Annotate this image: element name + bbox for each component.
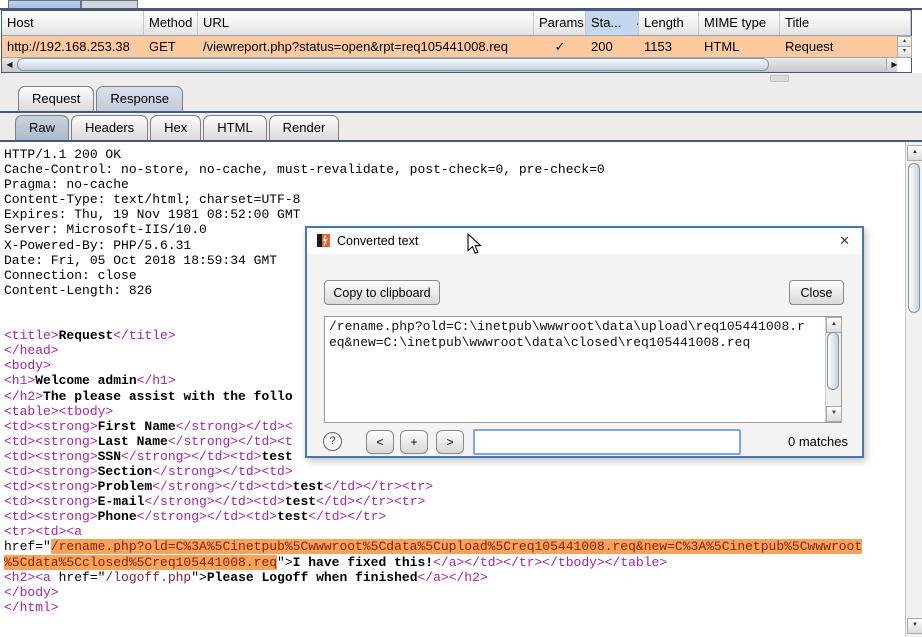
scroll-down-icon[interactable]: ▼ bbox=[826, 406, 842, 422]
tab-request[interactable]: Request bbox=[18, 86, 94, 111]
row-cell-method[interactable]: GET bbox=[144, 36, 198, 57]
textarea-scrollbar-thumb[interactable] bbox=[827, 332, 839, 390]
help-icon[interactable]: ? bbox=[323, 432, 342, 451]
subtab-hex[interactable]: Hex bbox=[150, 115, 201, 140]
column-header-sta[interactable]: Sta...▲ bbox=[586, 11, 639, 35]
column-header-params[interactable]: Params bbox=[534, 11, 586, 35]
dialog-titlebar[interactable]: Converted text ✕ bbox=[307, 228, 862, 254]
close-button[interactable]: Close bbox=[789, 280, 844, 305]
table-vertical-scrollbar[interactable]: ▲ ▼ bbox=[897, 36, 911, 57]
scroll-left-icon[interactable]: ◀ bbox=[2, 58, 17, 71]
column-header-host[interactable]: Host bbox=[2, 11, 144, 35]
scroll-up-icon[interactable]: ▲ bbox=[907, 145, 922, 161]
format-tabs: RawHeadersHexHTMLRender bbox=[0, 116, 922, 140]
splitter-grip[interactable] bbox=[770, 75, 789, 82]
row-cell-url[interactable]: /viewreport.php?status=open&rpt=req10544… bbox=[198, 36, 534, 57]
code-line: Content-Type: text/html; charset=UTF-8 bbox=[4, 192, 905, 207]
table-horizontal-scrollbar[interactable]: ◀ ▶ bbox=[2, 57, 911, 72]
match-count-label: 0 matches bbox=[788, 434, 848, 449]
column-header-title[interactable]: Title bbox=[780, 11, 911, 35]
code-line: Pragma: no-cache bbox=[4, 177, 905, 192]
burp-app-icon bbox=[317, 234, 330, 247]
column-header-mime-type[interactable]: MIME type bbox=[699, 11, 780, 35]
search-input[interactable] bbox=[473, 429, 741, 455]
message-tabs: RequestResponse bbox=[0, 86, 922, 111]
code-line: <td><strong>E-mail</strong></td><td>test… bbox=[4, 494, 905, 509]
code-line: href="/rename.php?old=C%3A%5Cinetpub%5Cw… bbox=[4, 539, 905, 554]
mouse-cursor bbox=[467, 233, 482, 255]
row-cell-sta[interactable]: 200 bbox=[586, 36, 639, 57]
http-history-table: HostMethodURLParamsSta...▲LengthMIME typ… bbox=[1, 10, 912, 73]
subtab-html[interactable]: HTML bbox=[203, 115, 266, 140]
converted-text-value: /rename.php?old=C:\inetpub\wwwroot\data\… bbox=[329, 319, 821, 350]
scroll-down-icon[interactable]: ▼ bbox=[907, 618, 922, 634]
row-cell-mime-type[interactable]: HTML bbox=[699, 36, 780, 57]
find-next-button[interactable]: > bbox=[436, 430, 464, 454]
editor-vertical-scrollbar[interactable]: ▲ ▼ bbox=[905, 142, 922, 637]
row-cell-title[interactable]: Request bbox=[780, 36, 897, 57]
history-table-header: HostMethodURLParamsSta...▲LengthMIME typ… bbox=[2, 11, 911, 36]
dialog-title: Converted text bbox=[337, 228, 418, 254]
tab-response[interactable]: Response bbox=[96, 86, 183, 111]
add-search-term-button[interactable]: + bbox=[400, 430, 428, 454]
code-line: Cache-Control: no-store, no-cache, must-… bbox=[4, 162, 905, 177]
code-line: </body> bbox=[4, 585, 905, 600]
subtab-render[interactable]: Render bbox=[269, 115, 340, 140]
column-header-method[interactable]: Method bbox=[144, 11, 198, 35]
copy-to-clipboard-button[interactable]: Copy to clipboard bbox=[324, 280, 440, 305]
code-line: Expires: Thu, 19 Nov 1981 08:52:00 GMT bbox=[4, 207, 905, 222]
code-line: <td><strong>Section</strong></td><td> bbox=[4, 464, 905, 479]
row-cell-host[interactable]: http://192.168.253.38 bbox=[2, 36, 144, 57]
column-header-url[interactable]: URL bbox=[198, 11, 534, 35]
row-cell-params[interactable]: ✓ bbox=[534, 36, 586, 57]
code-line: <h2><a href="/logoff.php">Please Logoff … bbox=[4, 570, 905, 585]
code-line: HTTP/1.1 200 OK bbox=[4, 147, 905, 162]
code-line: %5Cdata%5Cclosed%5Creq105441008.req">I h… bbox=[4, 555, 905, 570]
scrollbar-corner bbox=[897, 58, 911, 72]
column-header-length[interactable]: Length bbox=[639, 11, 699, 35]
code-line: </html> bbox=[4, 600, 905, 615]
separator-line bbox=[0, 111, 922, 113]
subtab-raw[interactable]: Raw bbox=[15, 115, 69, 140]
scroll-up-icon[interactable]: ▲ bbox=[826, 317, 842, 333]
code-line: <td><strong>Problem</strong></td><td>tes… bbox=[4, 479, 905, 494]
code-line: <tr><td><a bbox=[4, 524, 905, 539]
converted-text-area[interactable]: /rename.php?old=C:\inetpub\wwwroot\data\… bbox=[324, 316, 842, 423]
burp-suite-window: HostMethodURLParamsSta...▲LengthMIME typ… bbox=[0, 0, 922, 637]
editor-scrollbar-thumb[interactable] bbox=[908, 163, 920, 313]
code-line: <td><strong>Phone</strong></td><td>test<… bbox=[4, 509, 905, 524]
history-table-row[interactable]: http://192.168.253.38GET/viewreport.php?… bbox=[2, 36, 897, 57]
close-icon[interactable]: ✕ bbox=[839, 228, 850, 254]
subtab-headers[interactable]: Headers bbox=[71, 115, 148, 140]
converted-text-dialog: Converted text ✕ Copy to clipboard Close… bbox=[305, 226, 864, 458]
textarea-scrollbar[interactable]: ▲ ▼ bbox=[825, 317, 841, 422]
row-cell-length[interactable]: 1153 bbox=[639, 36, 699, 57]
horizontal-scrollbar-thumb[interactable] bbox=[17, 58, 769, 71]
find-previous-button[interactable]: < bbox=[366, 430, 394, 454]
